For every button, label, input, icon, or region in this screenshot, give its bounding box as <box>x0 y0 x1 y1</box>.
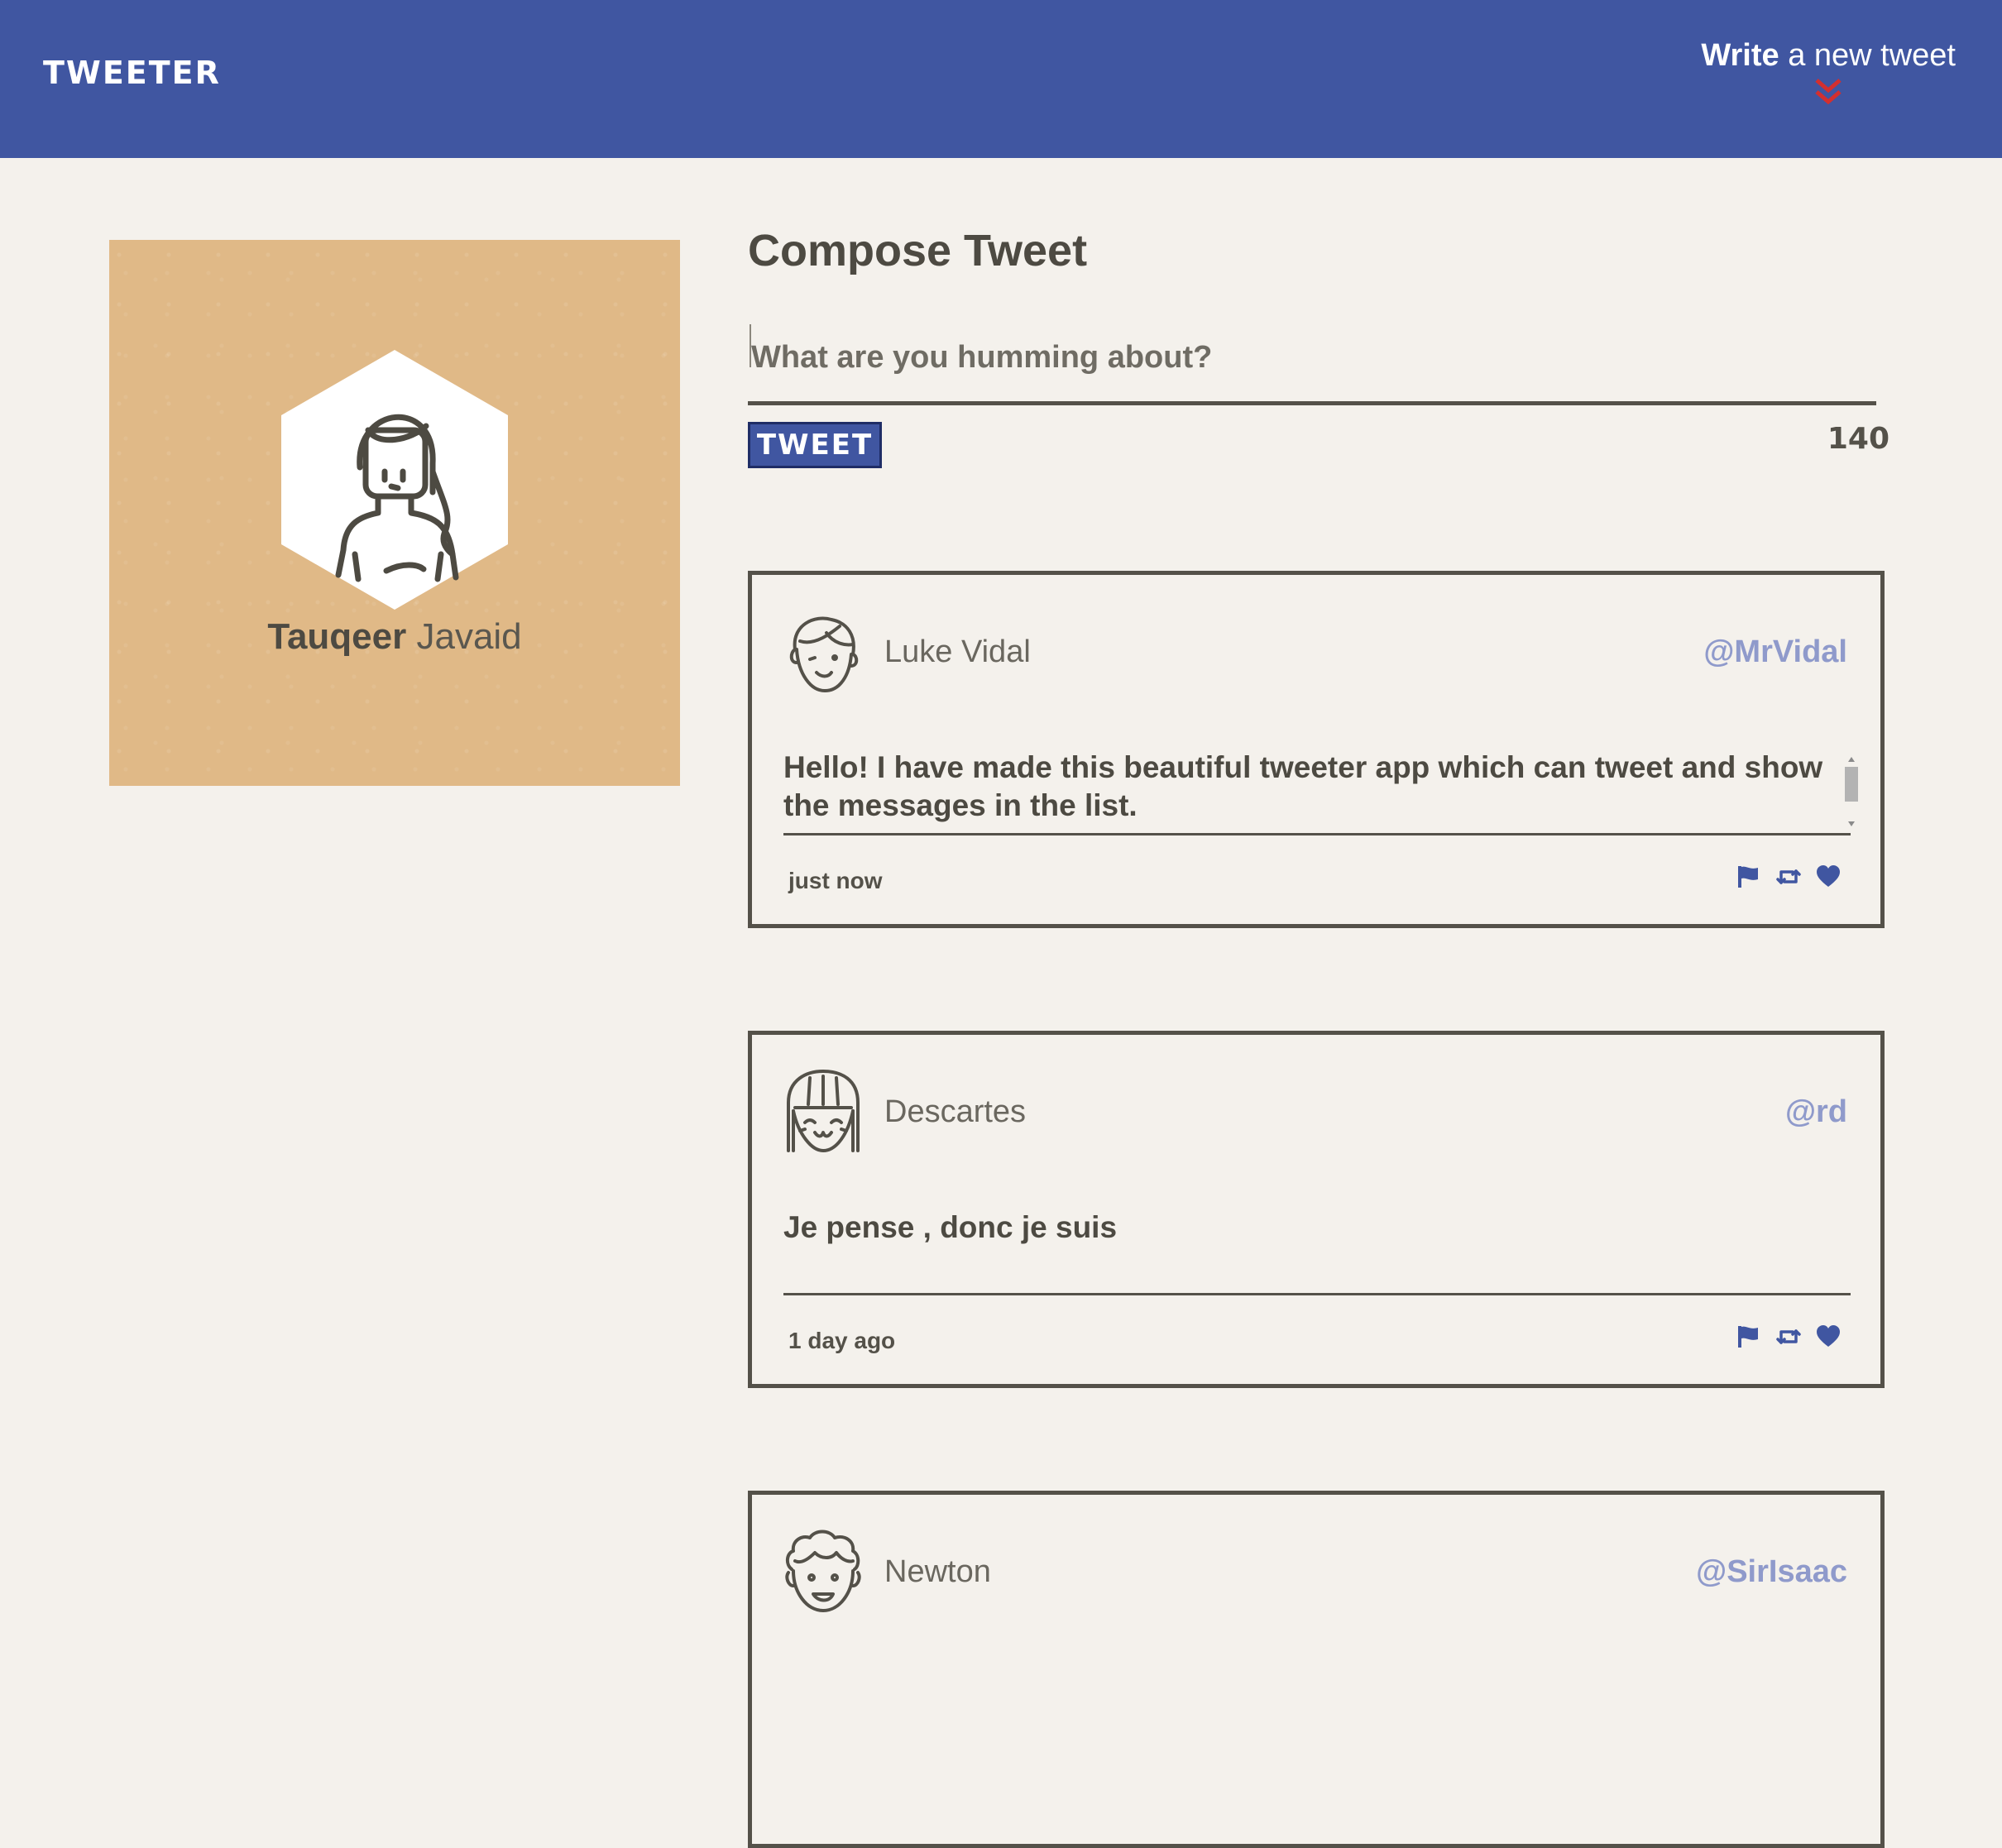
tweet-card: Descartes @rd Je pense , donc je suis 1 … <box>748 1031 1885 1388</box>
write-new-tweet-link[interactable]: Write a new tweet <box>1701 38 1956 107</box>
tweet-actions <box>1736 1324 1841 1349</box>
write-label-rest: a new tweet <box>1788 38 1956 73</box>
boy-face-icon <box>789 616 859 692</box>
flag-icon[interactable] <box>1736 1324 1761 1349</box>
profile-first-name: Tauqeer <box>267 616 407 657</box>
brand-logo[interactable]: TWEETER <box>43 55 221 91</box>
profile-name: Tauqeer Javaid <box>109 616 680 658</box>
flag-icon[interactable] <box>1736 864 1761 889</box>
tweet-text-scrollbar[interactable] <box>1842 755 1861 828</box>
character-counter: 140 <box>1827 422 1889 456</box>
heart-icon[interactable] <box>1816 1324 1841 1349</box>
retweet-icon[interactable] <box>1776 1324 1801 1349</box>
tweet-author-handle[interactable]: @MrVidal <box>1703 634 1847 670</box>
heart-icon[interactable] <box>1816 864 1841 889</box>
tweet-author-name: Newton <box>884 1554 991 1589</box>
tweet-card: Newton @SirIsaac <box>748 1491 1885 1848</box>
curly-hair-face-icon <box>785 1530 861 1612</box>
tweet-timestamp: 1 day ago <box>788 1328 896 1353</box>
tweet-author-handle[interactable]: @rd <box>1785 1094 1847 1130</box>
tweet-actions <box>1736 864 1841 889</box>
top-navbar: TWEETER Write a new tweet <box>0 0 2002 158</box>
tweet-author-name: Luke Vidal <box>884 634 1031 669</box>
tweet-button[interactable]: TWEET <box>748 422 882 468</box>
profile-card: Tauqeer Javaid <box>109 240 680 786</box>
woman-avatar-icon <box>281 350 508 610</box>
girl-bangs-face-icon <box>787 1070 860 1152</box>
tweet-text: Je pense , donc je suis <box>783 1209 1851 1295</box>
retweet-icon[interactable] <box>1776 864 1801 889</box>
compose-tweet-input[interactable] <box>748 314 1876 405</box>
tweet-text: Hello! I have made this beautiful tweete… <box>783 749 1851 835</box>
double-chevron-down-icon[interactable] <box>1814 77 1842 107</box>
write-label-strong: Write <box>1701 38 1779 73</box>
tweet-author-name: Descartes <box>884 1094 1027 1129</box>
profile-last-name: Javaid <box>416 616 522 657</box>
tweet-timestamp: just now <box>788 868 883 893</box>
tweet-author-handle[interactable]: @SirIsaac <box>1696 1554 1847 1590</box>
tweet-card: Luke Vidal @MrVidal Hello! I have made t… <box>748 571 1885 928</box>
compose-title: Compose Tweet <box>748 226 1088 275</box>
